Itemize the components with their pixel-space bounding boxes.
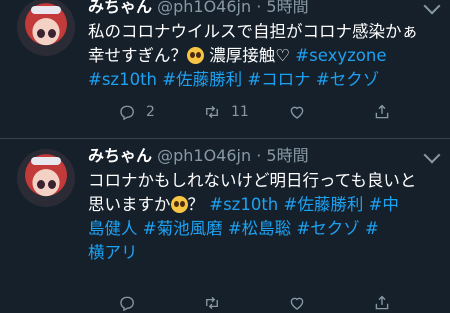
hashtag-link[interactable]: #菊池風磨 [143, 219, 223, 238]
pleading-face-icon [170, 196, 188, 213]
reply-icon [118, 103, 136, 121]
hashtag-link[interactable]: #sz10th [209, 195, 278, 214]
tweet-header: みちゃん @ph1O46jn · 5時間 [88, 143, 446, 169]
tweet[interactable]: みちゃん @ph1O46jn · 5時間 私のコロナウイルスで自担がコロナ感染か… [0, 0, 450, 132]
display-name[interactable]: みちゃん [88, 146, 152, 165]
tweet-text-line: 島健人 #菊池風磨 #松島聡 #セクゾ # [88, 217, 446, 241]
tweet-actions: 2 11 [118, 102, 448, 122]
timestamp[interactable]: 5時間 [266, 0, 308, 16]
hashtag-link[interactable]: #コロナ [247, 70, 310, 89]
retweet-count: 11 [231, 104, 249, 120]
retweet-button[interactable] [203, 293, 231, 313]
tweet-text-segment: 私のコロナウイルスで自担がコロナ感染かぁ [88, 22, 418, 41]
tweet-text-line: コロナかもしれないけど明日行っても良いと [88, 169, 446, 193]
retweet-icon [203, 103, 221, 121]
hashtag-link[interactable]: 横アリ [88, 243, 138, 262]
tweet-divider [0, 138, 450, 139]
like-button[interactable] [288, 102, 316, 122]
hashtag-link[interactable]: #佐藤勝利 [284, 195, 364, 214]
like-button[interactable] [288, 293, 316, 313]
share-icon [373, 294, 391, 312]
share-button[interactable] [373, 293, 391, 313]
retweet-button[interactable]: 11 [203, 102, 249, 122]
hashtag-link[interactable]: #sz10th [88, 70, 157, 89]
hashtag-link[interactable]: 島健人 [88, 219, 138, 238]
separator-dot: · [256, 0, 262, 16]
hashtag-link[interactable]: #セクゾ [316, 70, 379, 89]
share-button[interactable] [373, 102, 391, 122]
separator-dot: · [256, 146, 262, 165]
hashtag-link[interactable]: #sexyzone [295, 46, 386, 65]
user-handle[interactable]: @ph1O46jn [157, 0, 251, 16]
tweet-text-line: 思いますか ？ #sz10th #佐藤勝利 #中 [88, 193, 446, 217]
reply-button[interactable] [118, 293, 146, 313]
tweet-text-segment: コロナかもしれないけど明日行っても良いと [88, 171, 417, 190]
tweet-text-segment: 思いますか [88, 195, 171, 214]
tweet-text-segment: 濃厚接触♡ [204, 46, 296, 65]
reply-icon [118, 294, 136, 312]
hashtag-link[interactable]: #セクゾ [296, 219, 359, 238]
pleading-face-icon [187, 47, 204, 64]
tweet-text-line: 横アリ [88, 241, 446, 265]
tweet-text-line: 私のコロナウイルスで自担がコロナ感染かぁ [88, 20, 446, 44]
tweet-text-segment: ？ [187, 195, 210, 214]
tweet-text: コロナかもしれないけど明日行っても良いと 思いますか ？ #sz10th #佐藤勝利… [88, 169, 446, 265]
timestamp[interactable]: 5時間 [266, 146, 308, 165]
heart-icon [288, 103, 306, 121]
hashtag-link[interactable]: #松島聡 [228, 219, 291, 238]
tweet-text-line: #sz10th #佐藤勝利 #コロナ #セクゾ [88, 68, 446, 92]
avatar[interactable] [17, 0, 75, 56]
user-handle[interactable]: @ph1O46jn [157, 146, 251, 165]
hashtag-link[interactable]: #佐藤勝利 [162, 70, 242, 89]
reply-button[interactable]: 2 [118, 102, 155, 122]
tweet-text-line: 幸せすぎん？ 濃厚接触♡ #sexyzone [88, 44, 446, 68]
retweet-icon [203, 294, 221, 312]
tweet-actions [118, 293, 448, 313]
hashtag-link[interactable]: #中 [369, 195, 399, 214]
tweet[interactable]: みちゃん @ph1O46jn · 5時間 コロナかもしれないけど明日行っても良い… [0, 143, 450, 313]
heart-icon [288, 294, 306, 312]
avatar[interactable] [17, 149, 75, 207]
reply-count: 2 [146, 104, 155, 120]
hashtag-link[interactable]: # [365, 219, 379, 238]
tweet-text-segment: 幸せすぎん？ [88, 46, 187, 65]
share-icon [373, 103, 391, 121]
display-name[interactable]: みちゃん [88, 0, 152, 16]
tweet-header: みちゃん @ph1O46jn · 5時間 [88, 0, 446, 20]
tweet-text: 私のコロナウイルスで自担がコロナ感染かぁ 幸せすぎん？ 濃厚接触♡ #sexyzo… [88, 20, 446, 92]
